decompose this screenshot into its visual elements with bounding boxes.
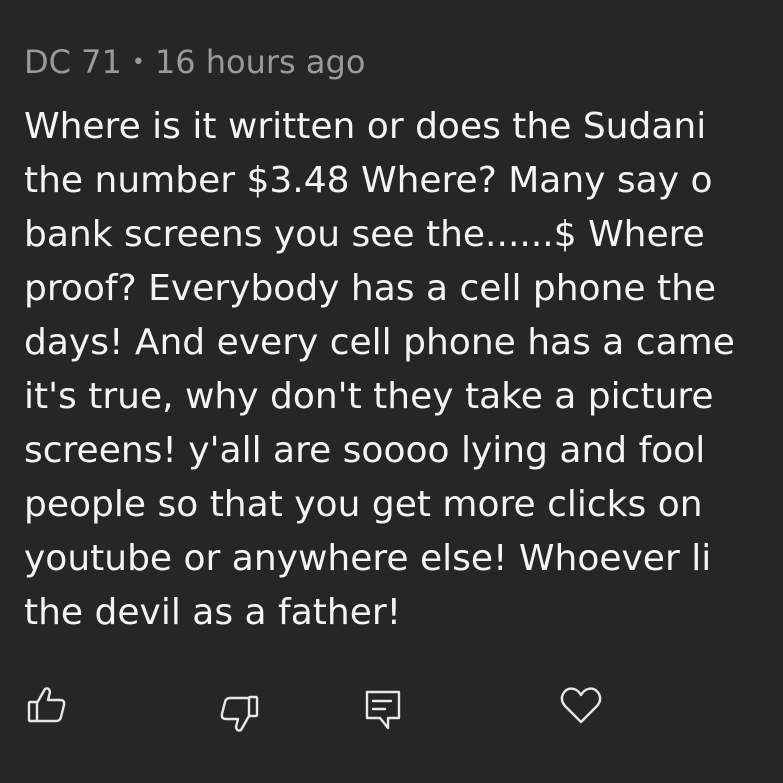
comment-body-line: days! And every cell phone has a came	[24, 322, 735, 363]
comment-body-line: youtube or anywhere else! Whoever li	[24, 538, 712, 579]
thumbs-up-icon[interactable]	[22, 680, 72, 730]
comment-body-line: the number $3.48 Where? Many say o	[24, 160, 713, 201]
heart-icon[interactable]	[556, 680, 606, 730]
comment-body-line: proof? Everybody has a cell phone the	[24, 268, 717, 309]
comment-meta: DC 71 • 16 hours ago	[24, 40, 365, 85]
comment-body: Where is it written or does the Sudani t…	[24, 100, 783, 640]
comment-actions	[0, 680, 783, 740]
comment-body-line: screens! y'all are soooo lying and fool	[24, 430, 706, 471]
comment-body-line: the devil as a father!	[24, 592, 402, 633]
comment-body-line: it's true, why don't they take a picture	[24, 376, 714, 417]
reply-icon[interactable]	[358, 684, 408, 734]
comment-card: DC 71 • 16 hours ago Where is it written o…	[0, 0, 783, 783]
comment-body-line: people so that you get more clicks on	[24, 484, 703, 525]
meta-separator: •	[131, 50, 145, 75]
comment-body-line: Where is it written or does the Sudani	[24, 106, 707, 147]
comment-body-line: bank screens you see the......$ Where	[24, 214, 705, 255]
thumbs-down-icon[interactable]	[214, 690, 264, 740]
comment-timestamp: 16 hours ago	[154, 43, 366, 81]
comment-author[interactable]: DC 71	[24, 43, 122, 81]
